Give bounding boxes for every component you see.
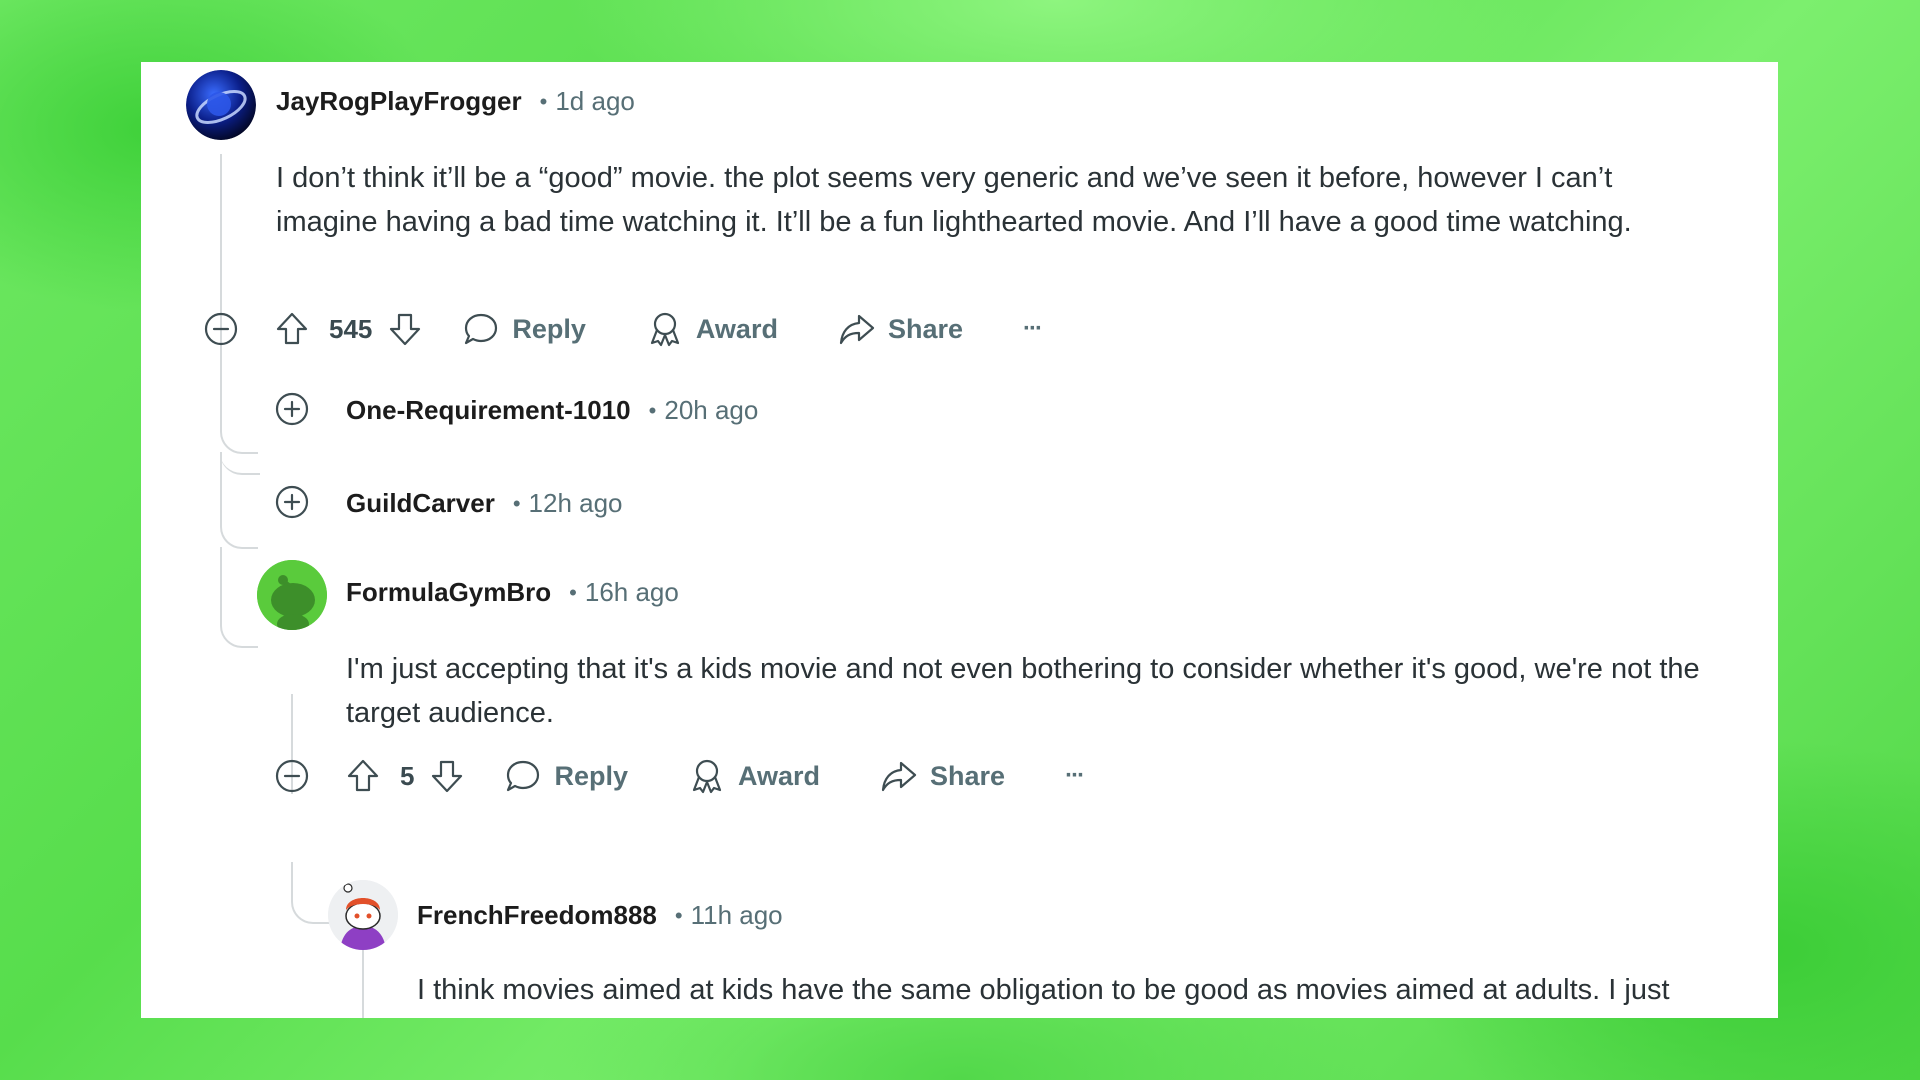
meta-separator: • xyxy=(674,902,683,928)
reply-button[interactable]: Reply xyxy=(504,757,628,795)
username[interactable]: One-Requirement-1010 xyxy=(346,395,631,426)
thread-branch-c3-line xyxy=(220,452,258,549)
downvote-button[interactable] xyxy=(386,310,424,348)
share-button[interactable]: Share xyxy=(838,310,963,348)
timestamp[interactable]: 1d ago xyxy=(555,86,635,117)
more-options-button[interactable]: ··· xyxy=(1023,315,1043,343)
timestamp[interactable]: 20h ago xyxy=(664,395,758,426)
comment-thread-card: JayRogPlayFrogger • 1d ago I don’t think… xyxy=(141,62,1778,1018)
comment-body: I think movies aimed at kids have the sa… xyxy=(417,974,1670,1006)
thread-branch-c2-line xyxy=(220,382,258,454)
vote-count: 545 xyxy=(329,313,373,344)
snoo-avatar-icon xyxy=(328,880,398,950)
award-label: Award xyxy=(695,313,778,344)
avatar[interactable] xyxy=(257,560,327,630)
timestamp[interactable]: 11h ago xyxy=(691,900,783,931)
arrow-up-icon xyxy=(276,312,308,345)
snoo-avatar-icon xyxy=(257,560,327,630)
thread-branch-c4-line xyxy=(220,547,258,648)
comment-body: I'm just accepting that it's a kids movi… xyxy=(346,653,1700,729)
username[interactable]: JayRogPlayFrogger xyxy=(276,86,522,117)
upvote-button[interactable] xyxy=(273,310,311,348)
award-button[interactable]: Award xyxy=(646,310,778,348)
comment-meta: FrenchFreedom888 • 11h ago xyxy=(417,900,783,931)
collapse-button[interactable] xyxy=(204,312,238,346)
share-label: Share xyxy=(930,760,1006,791)
arrow-up-icon xyxy=(347,759,379,792)
comment-meta: One-Requirement-1010 • 20h ago xyxy=(346,395,758,426)
timestamp[interactable]: 16h ago xyxy=(585,577,679,608)
share-label: Share xyxy=(887,313,963,344)
award-ribbon-icon xyxy=(650,312,680,347)
meta-separator: • xyxy=(569,579,577,605)
reply-label: Reply xyxy=(554,760,628,791)
downvote-button[interactable] xyxy=(428,757,466,795)
award-label: Award xyxy=(738,760,821,791)
vote-count: 5 xyxy=(400,760,415,791)
meta-separator: • xyxy=(648,397,657,423)
collapse-button[interactable] xyxy=(275,759,309,793)
plus-circle-icon xyxy=(275,485,309,519)
award-button[interactable]: Award xyxy=(688,757,820,795)
share-button[interactable]: Share xyxy=(880,757,1005,795)
thread-branch-c5-line xyxy=(291,862,329,924)
award-ribbon-icon xyxy=(692,759,722,794)
speech-bubble-icon xyxy=(465,313,498,345)
avatar[interactable] xyxy=(186,70,256,140)
comment-body: I don’t think it’ll be a “good” movie. t… xyxy=(276,162,1632,238)
comment-meta: JayRogPlayFrogger • 1d ago xyxy=(276,86,635,117)
timestamp[interactable]: 12h ago xyxy=(529,488,623,519)
thread-line-c1[interactable] xyxy=(220,154,222,384)
username[interactable]: FrenchFreedom888 xyxy=(417,900,657,931)
reply-button[interactable]: Reply xyxy=(462,310,586,348)
reply-label: Reply xyxy=(512,313,586,344)
comment-meta: GuildCarver • 12h ago xyxy=(346,488,623,519)
planet-avatar-icon xyxy=(186,70,256,140)
arrow-down-icon xyxy=(432,760,463,793)
comment-actions: 545 Reply Award Share ··· xyxy=(273,307,1043,351)
comment-actions: 5 Reply Award Share ··· xyxy=(344,754,1085,798)
minus-circle-icon xyxy=(275,759,309,793)
meta-separator: • xyxy=(539,88,548,114)
more-options-icon: ··· xyxy=(1065,762,1085,789)
meta-separator: • xyxy=(512,490,521,516)
username[interactable]: GuildCarver xyxy=(346,488,495,519)
arrow-down-icon xyxy=(390,313,421,346)
minus-circle-icon xyxy=(204,312,238,346)
plus-circle-icon xyxy=(275,392,309,426)
expand-button[interactable] xyxy=(275,485,309,519)
share-arrow-icon xyxy=(839,314,875,345)
comment-meta: FormulaGymBro • 16h ago xyxy=(346,577,679,608)
more-options-icon: ··· xyxy=(1023,315,1043,342)
share-arrow-icon xyxy=(881,761,917,792)
username[interactable]: FormulaGymBro xyxy=(346,577,551,608)
expand-button[interactable] xyxy=(275,392,309,426)
avatar[interactable] xyxy=(328,880,398,950)
upvote-button[interactable] xyxy=(344,757,382,795)
more-options-button[interactable]: ··· xyxy=(1065,762,1085,790)
thread-line-c5[interactable] xyxy=(362,950,364,1018)
speech-bubble-icon xyxy=(507,760,540,792)
